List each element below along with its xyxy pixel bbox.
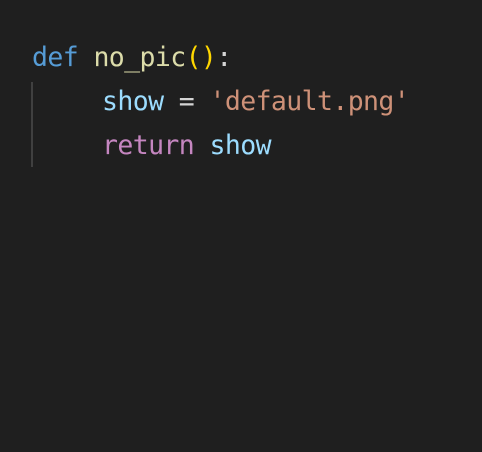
function-name: no_pic [93, 42, 186, 73]
code-editor[interactable]: def no_pic(): show = 'default.png' retur… [0, 0, 482, 452]
variable-show: show [102, 86, 164, 117]
return-keyword: return [102, 130, 195, 161]
def-keyword: def [32, 42, 79, 73]
code-line-2[interactable]: show = 'default.png' [32, 80, 410, 124]
assignment-operator: = [163, 86, 210, 117]
variable-show: show [209, 130, 272, 161]
colon: : [216, 42, 232, 73]
code-line-1[interactable]: def no_pic(): [32, 36, 232, 80]
parentheses: () [185, 42, 217, 73]
string-literal: 'default.png' [209, 86, 410, 117]
code-line-3[interactable]: return show [32, 124, 272, 168]
